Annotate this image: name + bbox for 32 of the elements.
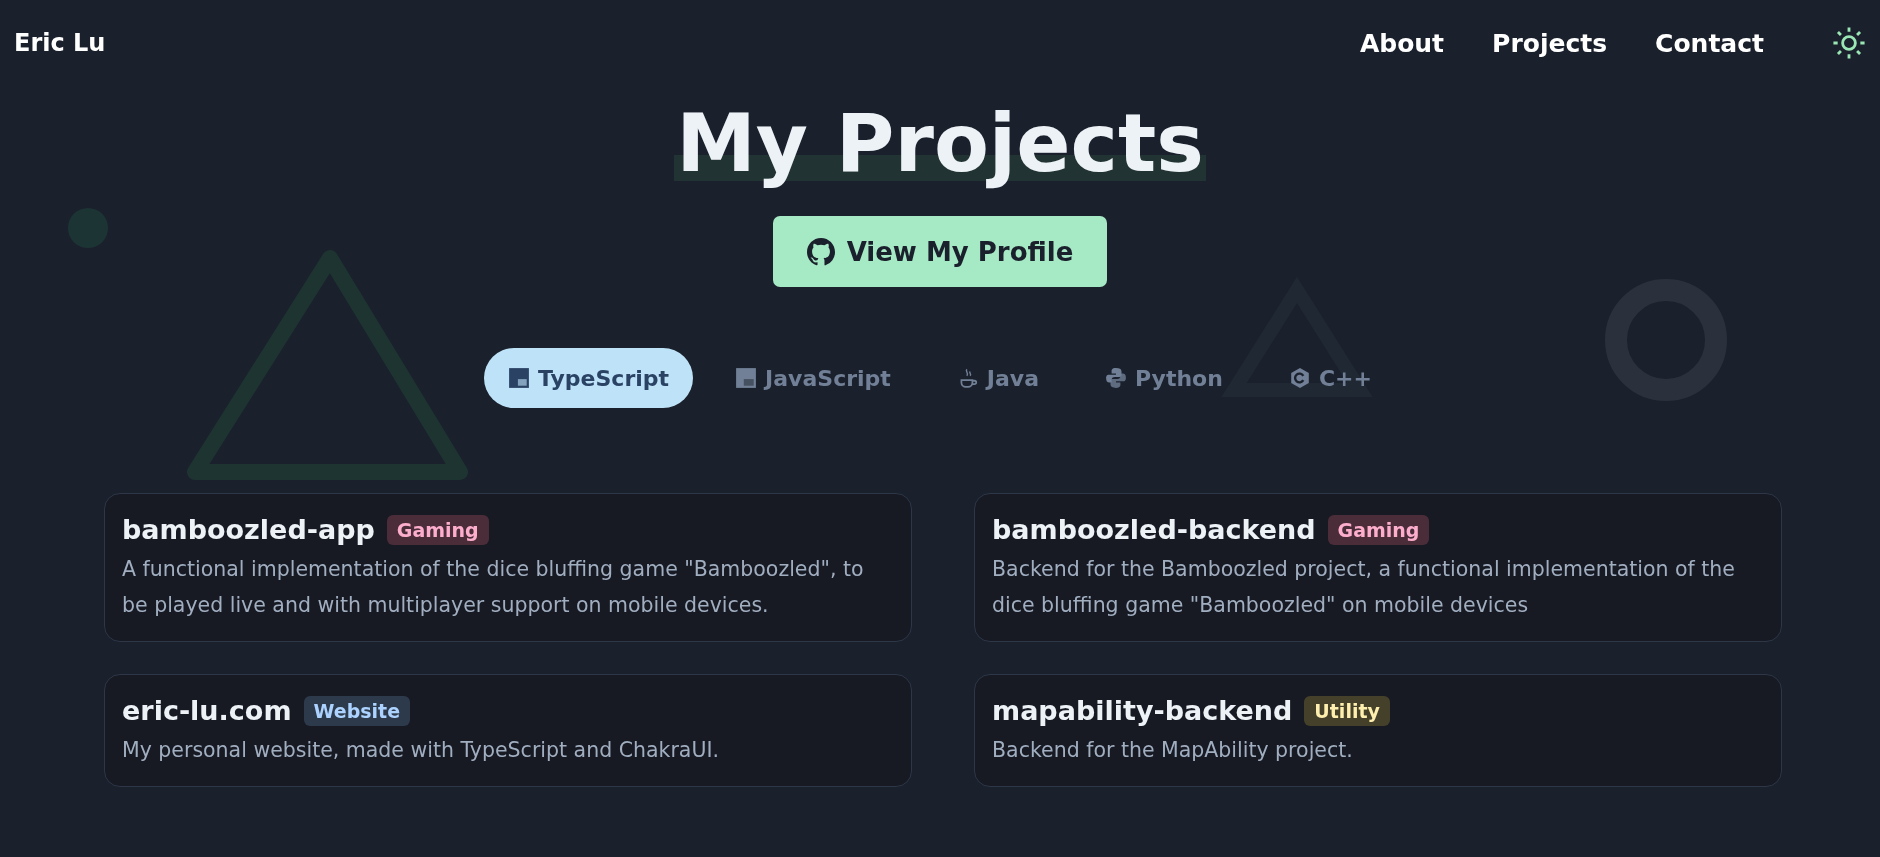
nav-link[interactable]: About [1359,28,1445,58]
project-name: eric-lu.com [122,695,292,726]
project-card[interactable]: bamboozled-app Gaming A functional implementation of the dice bluffing game "Bamboozled", to be played live and with multiplayer support on mobile devices. [104,493,912,642]
project-description: Backend for the MapAbility project. [992,737,1354,764]
hexagon-icon [1288,367,1311,389]
site-logo[interactable]: Eric Lu [14,29,106,57]
sun-icon[interactable] [1832,26,1866,60]
snake-icon [1105,367,1128,389]
language-tab[interactable]: TypeScript [484,348,694,408]
nav-link[interactable]: Contact [1655,28,1764,58]
language-tab[interactable]: JavaScript [711,348,915,408]
project-card[interactable]: mapability-backend Utility Backend for the MapAbility project. [974,674,1782,787]
language-tab[interactable]: C++ [1264,348,1396,408]
project-name: mapability-backend [992,695,1293,726]
language-tab[interactable]: Java [932,348,1064,408]
category-tag: Gaming [386,514,489,545]
nav-link[interactable]: Projects [1492,28,1608,58]
category-tag: Website [303,695,411,726]
square-icon [735,367,758,389]
project-description: Backend for the Bamboozled project, a functional implementation of the dice bluffing game "Bamboozled" on mobile devices [992,556,1736,619]
project-name: bamboozled-backend [992,514,1316,545]
project-card[interactable]: eric-lu.com Website My personal website, made with TypeScript and ChakraUI. [104,674,912,787]
project-card[interactable]: bamboozled-backend Gaming Backend for the Bamboozled project, a functional implementation of the dice bluffing game "Bamboozled" on mobile devices [974,493,1782,642]
category-tag: Utility [1304,695,1390,726]
profile-button[interactable]: View My Profile [772,216,1108,287]
language-tab[interactable]: Python [1081,348,1247,408]
project-description: My personal website, made with TypeScript and ChakraUI. [122,737,720,764]
github-icon [806,237,835,266]
project-name: bamboozled-app [122,514,375,545]
square-icon [508,367,531,389]
project-description: A functional implementation of the dice bluffing game "Bamboozled", to be played live and with multiplayer support on mobile devices. [122,556,865,619]
category-tag: Gaming [1327,514,1430,545]
